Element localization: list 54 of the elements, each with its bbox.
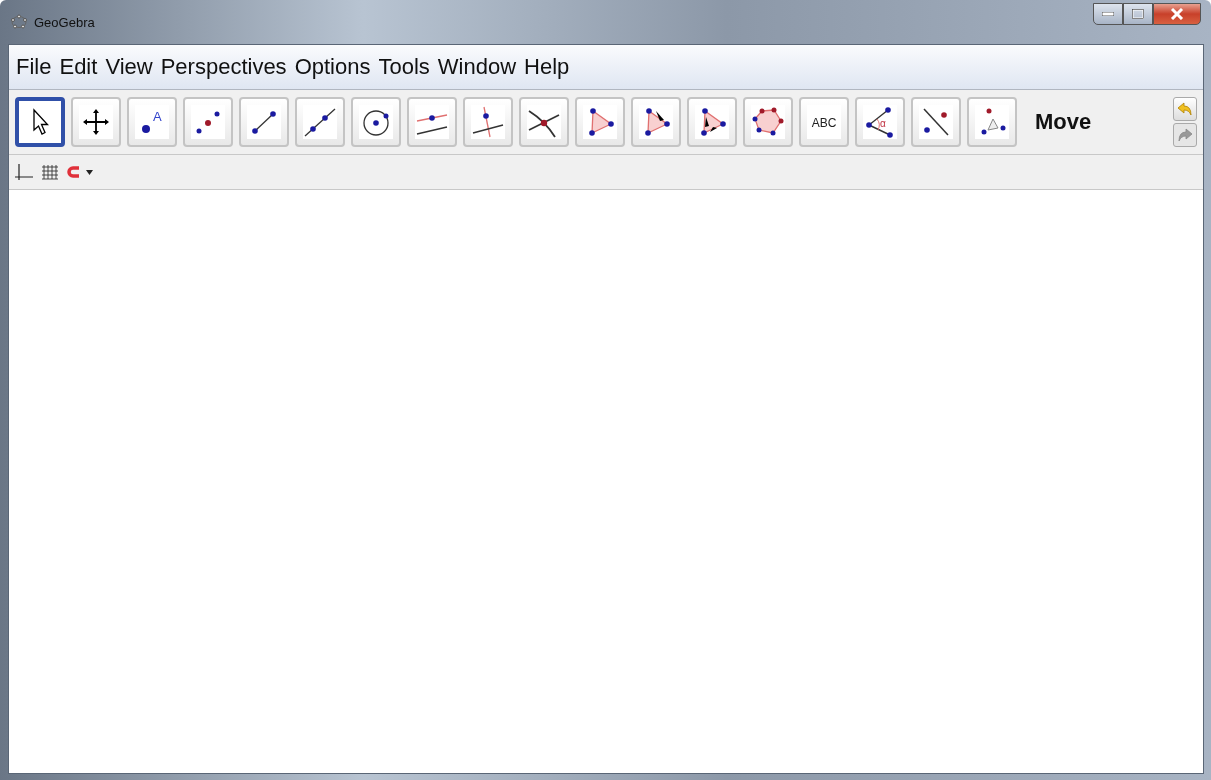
tool-name: Move [1035, 109, 1092, 135]
move-view-icon [79, 105, 113, 139]
angle-icon: α [863, 105, 897, 139]
close-button[interactable] [1153, 3, 1201, 25]
perpendicular-icon [471, 105, 505, 139]
window-title: GeoGebra [34, 14, 95, 30]
line-icon [303, 105, 337, 139]
tool-button[interactable] [407, 97, 457, 147]
menu-item[interactable]: View [105, 56, 153, 78]
tool-button[interactable] [183, 97, 233, 147]
minimize-button[interactable] [1093, 3, 1123, 25]
tool-button[interactable] [575, 97, 625, 147]
tool-button[interactable] [239, 97, 289, 147]
menu-item[interactable]: Help [524, 56, 570, 78]
tool-button[interactable] [463, 97, 513, 147]
caret-icon [86, 169, 93, 175]
point-capture-dropdown[interactable] [65, 163, 95, 181]
point-icon: A [135, 105, 169, 139]
grid-icon [41, 163, 59, 181]
app-icon [10, 13, 28, 31]
menu-item[interactable]: Edit [59, 56, 98, 78]
parallel-icon [415, 105, 449, 139]
tool-button[interactable] [631, 97, 681, 147]
tool-button[interactable] [519, 97, 569, 147]
reflect-icon [919, 105, 953, 139]
tool-button[interactable] [351, 97, 401, 147]
intersect-icon [527, 105, 561, 139]
tool-button[interactable]: α [855, 97, 905, 147]
tool-button[interactable] [15, 97, 65, 147]
axes-toggle[interactable] [13, 161, 35, 183]
menu-item[interactable]: Options [294, 56, 371, 78]
menu-item[interactable]: File [16, 56, 52, 78]
minimize-icon [1102, 12, 1114, 16]
menu-item[interactable]: Window [437, 56, 517, 78]
undo-icon [1177, 101, 1193, 117]
tool-button[interactable] [687, 97, 737, 147]
tool-button[interactable] [911, 97, 961, 147]
axes-icon [15, 163, 33, 181]
maximize-icon [1132, 9, 1144, 19]
midpoint-icon [191, 105, 225, 139]
redo-icon [1177, 127, 1193, 143]
tool-button[interactable]: ABC [799, 97, 849, 147]
segment-icon [247, 105, 281, 139]
tool-button[interactable] [71, 97, 121, 147]
tool-button[interactable]: A [127, 97, 177, 147]
menu-item[interactable]: Tools [378, 56, 430, 78]
polygon-icon [751, 105, 785, 139]
tool-button[interactable] [743, 97, 793, 147]
text-icon: ABC [807, 105, 841, 139]
triangle-arrows-icon [695, 105, 729, 139]
close-icon [1170, 8, 1184, 20]
tool-button[interactable] [295, 97, 345, 147]
menu-item[interactable]: Perspectives [160, 56, 287, 78]
maximize-button[interactable] [1123, 3, 1153, 25]
